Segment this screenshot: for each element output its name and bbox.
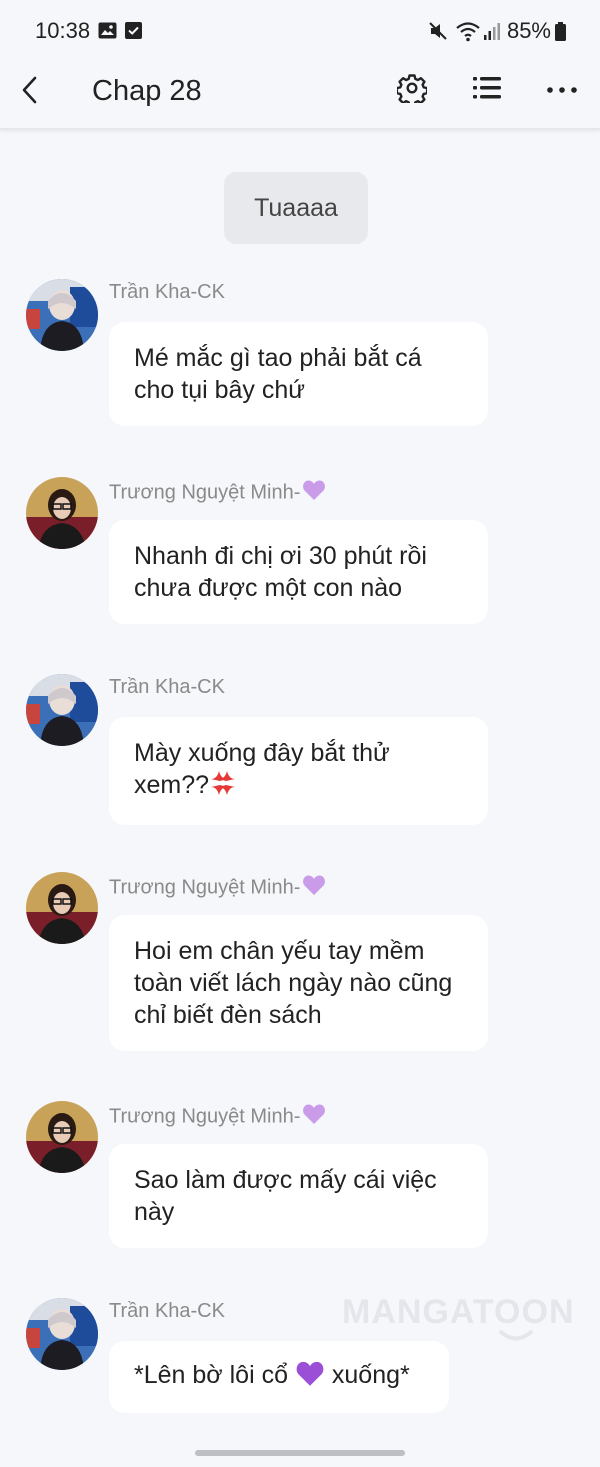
status-right-group: 85% <box>427 18 566 44</box>
chapter-list-button[interactable] <box>469 72 505 108</box>
sender-name: Trần Kha-CK <box>109 1300 225 1322</box>
chat-area[interactable]: Tuaaaa Trần Kha-CK Mé mắc gì tao phải bắ… <box>0 129 600 1467</box>
wifi-icon <box>455 20 481 42</box>
sender-name-text: Trương Nguyệt Minh- <box>109 1105 301 1128</box>
home-indicator[interactable] <box>195 1450 405 1456</box>
more-icon <box>546 81 578 99</box>
status-bar: 10:38 85% <box>0 0 600 62</box>
signal-icon <box>483 21 501 41</box>
status-time: 10:38 <box>35 18 91 43</box>
message-bubble: Mày xuống đây bắt thử xem?? <box>109 717 488 825</box>
purple-heart-icon <box>302 874 326 902</box>
list-icon <box>472 75 502 106</box>
message-text: Mày xuống đây bắt thử xem?? <box>134 739 390 799</box>
message-bubble: Hoi em chân yếu tay mềm toàn viết lách n… <box>109 915 488 1051</box>
back-icon <box>20 75 38 110</box>
settings-icon <box>395 73 429 108</box>
sender-name: Trần Kha-CK <box>109 281 225 303</box>
gallery-icon <box>98 22 117 39</box>
sender-name-text: Trương Nguyệt Minh- <box>109 876 301 899</box>
more-button[interactable] <box>544 72 580 108</box>
purple-heart-icon <box>295 1360 325 1395</box>
message-bubble: *Lên bờ lôi cổ xuống* <box>109 1341 449 1413</box>
back-button[interactable] <box>14 72 44 112</box>
sender-name: Trần Kha-CK <box>109 676 225 698</box>
avatar[interactable] <box>26 674 98 746</box>
anger-icon <box>209 769 237 805</box>
sender-name: Trương Nguyệt Minh- <box>109 1103 326 1131</box>
sender-name-text: Trương Nguyệt Minh- <box>109 481 301 504</box>
watermark: MANGATOON <box>342 1293 575 1331</box>
avatar[interactable] <box>26 1101 98 1173</box>
avatar[interactable] <box>26 477 98 549</box>
avatar[interactable] <box>26 872 98 944</box>
message-text-before: *Lên bờ lôi cổ <box>134 1361 295 1389</box>
avatar[interactable] <box>26 279 98 351</box>
sender-name: Trương Nguyệt Minh- <box>109 479 326 507</box>
battery-percent: 85% <box>506 18 551 43</box>
message-bubble: Nhanh đi chị ơi 30 phút rồi chưa được mộ… <box>109 520 488 624</box>
settings-button[interactable] <box>394 72 430 108</box>
message-bubble: Mé mắc gì tao phải bắt cá cho tụi bây ch… <box>109 322 488 426</box>
purple-heart-icon <box>302 1103 326 1131</box>
avatar[interactable] <box>26 1298 98 1370</box>
battery-icon <box>555 21 566 41</box>
watermark-smile-icon <box>498 1329 534 1348</box>
purple-heart-icon <box>302 479 326 507</box>
system-message: Tuaaaa <box>224 172 368 244</box>
checkbox-icon <box>125 22 142 39</box>
mute-icon <box>427 20 449 42</box>
message-text-after: xuống* <box>324 1361 410 1389</box>
message-bubble: Sao làm được mấy cái việc này <box>109 1144 488 1248</box>
sender-name: Trương Nguyệt Minh- <box>109 874 326 902</box>
chapter-title: Chap 28 <box>92 75 202 107</box>
app-header: Chap 28 <box>0 62 600 129</box>
